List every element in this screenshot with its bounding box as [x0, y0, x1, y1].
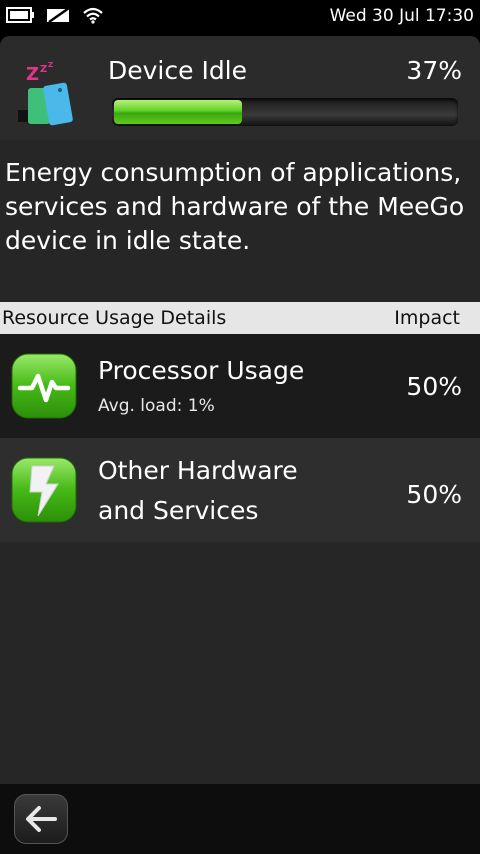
status-icons	[6, 6, 104, 24]
device-idle-icon: Z Z Z	[18, 61, 73, 126]
list-item-processor-usage[interactable]: Processor Usage Avg. load: 1% 50%	[0, 334, 480, 438]
lightning-bolt-icon	[11, 457, 77, 523]
section-header: Resource Usage Details Impact	[0, 302, 480, 334]
back-button[interactable]	[14, 794, 68, 844]
summary-percent: 37%	[406, 56, 462, 85]
svg-text:Z: Z	[40, 64, 47, 75]
list-item-other-hardware[interactable]: Other Hardware and Services 50%	[0, 438, 480, 542]
processor-pulse-icon	[11, 353, 77, 419]
main-panel: Z Z Z Device Idle 37% Energy consumption…	[0, 36, 480, 784]
svg-text:Z: Z	[48, 61, 53, 69]
wifi-icon	[83, 7, 103, 24]
processor-usage-impact: 50%	[406, 372, 462, 401]
status-time: Wed 30 Jul 17:30	[329, 6, 474, 26]
status-bar: Wed 30 Jul 17:30	[0, 0, 480, 34]
processor-usage-title: Processor Usage	[98, 356, 305, 385]
bottom-toolbar	[0, 784, 480, 854]
section-title: Resource Usage Details	[2, 307, 227, 329]
description-text: Energy consumption of applications, serv…	[5, 158, 465, 255]
back-arrow-icon	[26, 806, 57, 832]
other-hardware-title-line2: and Services	[98, 496, 259, 525]
svg-text:Z: Z	[26, 64, 39, 85]
battery-icon	[6, 7, 34, 23]
signal-off-icon	[47, 6, 70, 24]
other-hardware-impact: 50%	[406, 480, 462, 509]
impact-column-header: Impact	[394, 307, 460, 329]
summary-header: Z Z Z Device Idle 37%	[0, 36, 480, 140]
energy-progress-bar	[112, 98, 458, 126]
processor-usage-subtitle: Avg. load: 1%	[98, 396, 215, 416]
summary-title: Device Idle	[108, 56, 248, 85]
energy-progress-fill	[114, 100, 243, 124]
other-hardware-title-line1: Other Hardware	[98, 456, 298, 485]
